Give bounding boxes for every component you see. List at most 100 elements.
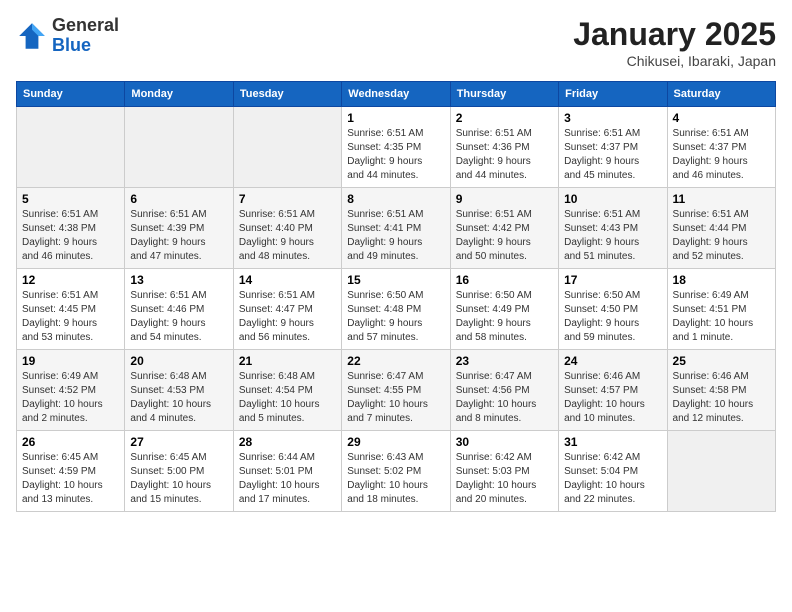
day-number: 17 (564, 273, 661, 287)
day-number: 15 (347, 273, 444, 287)
calendar-cell: 10Sunrise: 6:51 AM Sunset: 4:43 PM Dayli… (559, 188, 667, 269)
calendar-cell: 5 Sunrise: 6:51 AM Sunset: 4:38 PM Daylig… (17, 188, 125, 269)
calendar-cell (125, 107, 233, 188)
day-number: 21 (239, 354, 336, 368)
calendar-week-row: 19 Sunrise: 6:49 AM Sunset: 4:52 PM Dayli… (17, 350, 776, 431)
day-info: Sunrise: 6:46 AM Sunset: 4:58 PM Dayligh… (673, 370, 770, 426)
calendar-cell: 24 Sunrise: 6:46 AM Sunset: 4:57 PM Dayli… (559, 350, 667, 431)
calendar-cell: 20 Sunrise: 6:48 AM Sunset: 4:53 PM Dayli… (125, 350, 233, 431)
calendar-week-row: 26 Sunrise: 6:45 AM Sunset: 4:59 PM Dayli… (17, 431, 776, 512)
day-info: Sunrise: 6:42 AM Sunset: 5:04 PM Dayligh… (564, 451, 661, 507)
calendar-cell: 1 Sunrise: 6:51 AM Sunset: 4:35 PM Daylig… (342, 107, 450, 188)
calendar-cell: 30 Sunrise: 6:42 AM Sunset: 5:03 PM Dayli… (450, 431, 558, 512)
day-number: 7 (239, 192, 336, 206)
day-info: Sunrise: 6:42 AM Sunset: 5:03 PM Dayligh… (456, 451, 553, 507)
day-info: Sunrise: 6:51 AM Sunset: 4:36 PM Dayligh… (456, 127, 553, 183)
calendar-cell: 22Sunrise: 6:47 AM Sunset: 4:55 PM Dayli… (342, 350, 450, 431)
calendar-cell (667, 431, 775, 512)
day-of-week-header: Friday (559, 82, 667, 107)
calendar-cell: 11 Sunrise: 6:51 AM Sunset: 4:44 PM Dayli… (667, 188, 775, 269)
calendar-cell: 4 Sunrise: 6:51 AM Sunset: 4:37 PM Daylig… (667, 107, 775, 188)
day-of-week-header: Thursday (450, 82, 558, 107)
day-number: 1 (347, 111, 444, 125)
day-number: 3 (564, 111, 661, 125)
day-info: Sunrise: 6:45 AM Sunset: 5:00 PM Dayligh… (130, 451, 227, 507)
day-info: Sunrise: 6:51 AM Sunset: 4:46 PM Dayligh… (130, 289, 227, 345)
calendar-body: 1 Sunrise: 6:51 AM Sunset: 4:35 PM Daylig… (17, 107, 776, 512)
day-info: Sunrise: 6:51 AM Sunset: 4:43 PM Dayligh… (564, 208, 661, 264)
calendar-cell: 6 Sunrise: 6:51 AM Sunset: 4:39 PM Daylig… (125, 188, 233, 269)
day-info: Sunrise: 6:43 AM Sunset: 5:02 PM Dayligh… (347, 451, 444, 507)
day-number: 24 (564, 354, 661, 368)
day-info: Sunrise: 6:51 AM Sunset: 4:39 PM Dayligh… (130, 208, 227, 264)
day-info: Sunrise: 6:48 AM Sunset: 4:53 PM Dayligh… (130, 370, 227, 426)
day-info: Sunrise: 6:49 AM Sunset: 4:51 PM Dayligh… (673, 289, 770, 345)
day-number: 30 (456, 435, 553, 449)
day-info: Sunrise: 6:51 AM Sunset: 4:45 PM Dayligh… (22, 289, 119, 345)
day-number: 5 (22, 192, 119, 206)
day-number: 31 (564, 435, 661, 449)
day-number: 28 (239, 435, 336, 449)
page-header: General Blue January 2025 Chikusei, Ibar… (16, 16, 776, 69)
calendar-header-row: SundayMondayTuesdayWednesdayThursdayFrid… (17, 82, 776, 107)
month-title: January 2025 (573, 16, 776, 53)
calendar-cell: 9 Sunrise: 6:51 AM Sunset: 4:42 PM Daylig… (450, 188, 558, 269)
day-number: 12 (22, 273, 119, 287)
day-number: 25 (673, 354, 770, 368)
day-info: Sunrise: 6:47 AM Sunset: 4:56 PM Dayligh… (456, 370, 553, 426)
day-info: Sunrise: 6:50 AM Sunset: 4:50 PM Dayligh… (564, 289, 661, 345)
day-info: Sunrise: 6:46 AM Sunset: 4:57 PM Dayligh… (564, 370, 661, 426)
logo-blue-text: Blue (52, 35, 91, 55)
day-number: 20 (130, 354, 227, 368)
day-number: 26 (22, 435, 119, 449)
calendar-cell: 25 Sunrise: 6:46 AM Sunset: 4:58 PM Dayli… (667, 350, 775, 431)
day-info: Sunrise: 6:51 AM Sunset: 4:44 PM Dayligh… (673, 208, 770, 264)
day-info: Sunrise: 6:51 AM Sunset: 4:37 PM Dayligh… (564, 127, 661, 183)
day-info: Sunrise: 6:51 AM Sunset: 4:38 PM Dayligh… (22, 208, 119, 264)
day-info: Sunrise: 6:51 AM Sunset: 4:41 PM Dayligh… (347, 208, 444, 264)
calendar-week-row: 5 Sunrise: 6:51 AM Sunset: 4:38 PM Daylig… (17, 188, 776, 269)
calendar-cell: 21 Sunrise: 6:48 AM Sunset: 4:54 PM Dayli… (233, 350, 341, 431)
logo: General Blue (16, 16, 119, 56)
calendar-cell: 19 Sunrise: 6:49 AM Sunset: 4:52 PM Dayli… (17, 350, 125, 431)
day-number: 23 (456, 354, 553, 368)
day-number: 29 (347, 435, 444, 449)
calendar-cell (233, 107, 341, 188)
day-info: Sunrise: 6:51 AM Sunset: 4:47 PM Dayligh… (239, 289, 336, 345)
calendar-cell: 8Sunrise: 6:51 AM Sunset: 4:41 PM Daylig… (342, 188, 450, 269)
day-number: 18 (673, 273, 770, 287)
day-of-week-header: Sunday (17, 82, 125, 107)
day-info: Sunrise: 6:51 AM Sunset: 4:35 PM Dayligh… (347, 127, 444, 183)
calendar-table: SundayMondayTuesdayWednesdayThursdayFrid… (16, 81, 776, 512)
day-number: 4 (673, 111, 770, 125)
calendar-cell: 29 Sunrise: 6:43 AM Sunset: 5:02 PM Dayli… (342, 431, 450, 512)
day-number: 16 (456, 273, 553, 287)
logo-icon (16, 20, 48, 52)
day-number: 27 (130, 435, 227, 449)
calendar-cell: 14Sunrise: 6:51 AM Sunset: 4:47 PM Dayli… (233, 269, 341, 350)
day-info: Sunrise: 6:48 AM Sunset: 4:54 PM Dayligh… (239, 370, 336, 426)
calendar-week-row: 12 Sunrise: 6:51 AM Sunset: 4:45 PM Dayli… (17, 269, 776, 350)
day-number: 9 (456, 192, 553, 206)
day-info: Sunrise: 6:51 AM Sunset: 4:40 PM Dayligh… (239, 208, 336, 264)
day-of-week-header: Tuesday (233, 82, 341, 107)
day-info: Sunrise: 6:45 AM Sunset: 4:59 PM Dayligh… (22, 451, 119, 507)
calendar-cell: 26 Sunrise: 6:45 AM Sunset: 4:59 PM Dayli… (17, 431, 125, 512)
day-info: Sunrise: 6:49 AM Sunset: 4:52 PM Dayligh… (22, 370, 119, 426)
calendar-cell: 12 Sunrise: 6:51 AM Sunset: 4:45 PM Dayli… (17, 269, 125, 350)
day-info: Sunrise: 6:50 AM Sunset: 4:48 PM Dayligh… (347, 289, 444, 345)
day-number: 11 (673, 192, 770, 206)
calendar-week-row: 1 Sunrise: 6:51 AM Sunset: 4:35 PM Daylig… (17, 107, 776, 188)
calendar-cell: 28Sunrise: 6:44 AM Sunset: 5:01 PM Dayli… (233, 431, 341, 512)
day-number: 19 (22, 354, 119, 368)
day-info: Sunrise: 6:51 AM Sunset: 4:42 PM Dayligh… (456, 208, 553, 264)
calendar-cell: 16 Sunrise: 6:50 AM Sunset: 4:49 PM Dayli… (450, 269, 558, 350)
calendar-cell: 18 Sunrise: 6:49 AM Sunset: 4:51 PM Dayli… (667, 269, 775, 350)
day-number: 6 (130, 192, 227, 206)
day-info: Sunrise: 6:51 AM Sunset: 4:37 PM Dayligh… (673, 127, 770, 183)
day-of-week-header: Saturday (667, 82, 775, 107)
day-of-week-header: Wednesday (342, 82, 450, 107)
day-info: Sunrise: 6:50 AM Sunset: 4:49 PM Dayligh… (456, 289, 553, 345)
day-number: 13 (130, 273, 227, 287)
day-number: 2 (456, 111, 553, 125)
